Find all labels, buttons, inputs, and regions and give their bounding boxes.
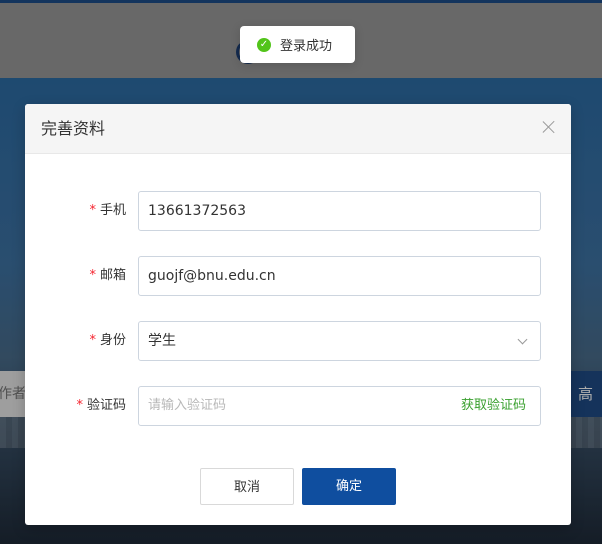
success-toast: ✓ 登录成功	[240, 26, 355, 63]
verification-code-input[interactable]: 请输入验证码 获取验证码	[138, 386, 541, 426]
email-label-text: 邮箱	[99, 268, 126, 283]
dialog-header: 完善资料	[25, 104, 571, 154]
identity-label-text: 身份	[99, 333, 126, 348]
email-label: * 邮箱	[89, 256, 126, 296]
phone-label: * 手机	[89, 191, 126, 231]
code-label: * 验证码	[76, 386, 126, 426]
form-row-email: * 邮箱 guojf@bnu.edu.cn	[25, 256, 571, 296]
identity-select[interactable]: 学生	[138, 321, 541, 361]
complete-profile-dialog: 完善资料 * 手机 13661372563 * 邮箱 guojf@bnu.edu.c…	[25, 104, 571, 525]
phone-label-text: 手机	[99, 203, 126, 218]
confirm-button[interactable]: 确定	[302, 468, 396, 505]
check-circle-icon: ✓	[257, 37, 271, 52]
get-code-button[interactable]: 获取验证码	[461, 387, 526, 425]
close-icon[interactable]	[541, 119, 557, 135]
email-input[interactable]: guojf@bnu.edu.cn	[138, 256, 541, 296]
required-mark: *	[76, 398, 83, 413]
required-mark: *	[89, 268, 96, 283]
identity-select-value: 学生	[148, 333, 176, 349]
form-row-identity: * 身份 学生	[25, 321, 571, 361]
code-label-text: 验证码	[86, 398, 126, 413]
identity-label: * 身份	[89, 321, 126, 361]
code-placeholder: 请输入验证码	[148, 398, 227, 413]
required-mark: *	[89, 203, 96, 218]
form-row-code: * 验证码 请输入验证码 获取验证码	[25, 386, 571, 426]
required-mark: *	[89, 333, 96, 348]
chevron-down-icon	[517, 334, 528, 345]
toast-text: 登录成功	[280, 39, 333, 54]
cancel-button[interactable]: 取消	[200, 468, 294, 505]
phone-input[interactable]: 13661372563	[138, 191, 541, 231]
form-row-phone: * 手机 13661372563	[25, 191, 571, 231]
dialog-title: 完善资料	[41, 119, 106, 138]
